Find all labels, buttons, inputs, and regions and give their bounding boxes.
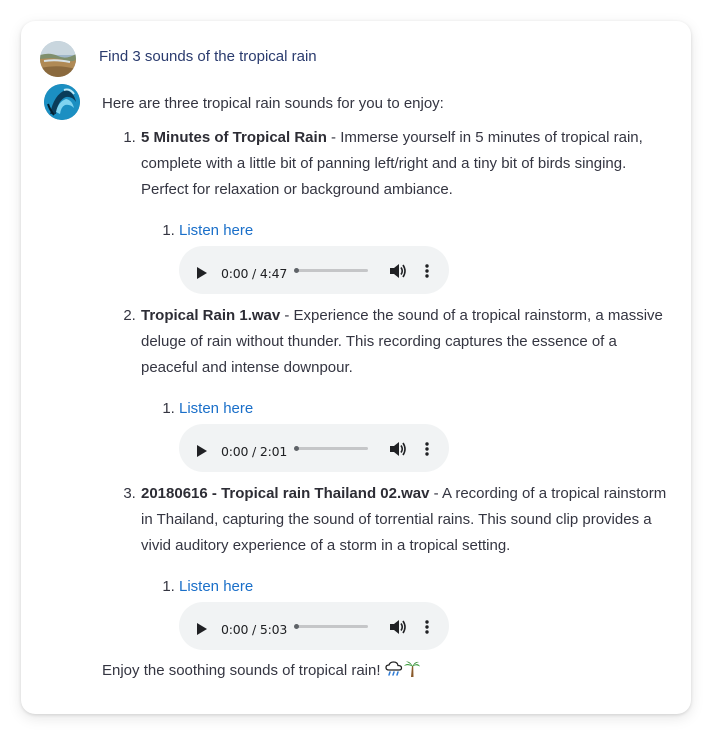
listen-link[interactable]: Listen here <box>179 222 253 239</box>
sub-list-item: Listen here 0:00 / 4:47 <box>179 218 677 294</box>
sound-description: 20180616 - Tropical rain Thailand 02.wav… <box>141 481 677 559</box>
play-icon[interactable] <box>196 263 208 289</box>
list-item: 20180616 - Tropical rain Thailand 02.wav… <box>140 481 677 650</box>
sub-list: Listen here 0:00 / 5:03 <box>141 574 677 650</box>
assistant-avatar <box>44 84 80 120</box>
seek-slider[interactable] <box>294 446 368 451</box>
list-item: 5 Minutes of Tropical Rain - Immerse you… <box>140 125 677 294</box>
outro-text: Enjoy the soothing sounds of tropical ra… <box>102 662 381 679</box>
audio-player: 0:00 / 5:03 <box>179 602 449 650</box>
audio-player: 0:00 / 4:47 <box>179 246 449 294</box>
user-message: Find 3 sounds of the tropical rain <box>99 48 317 65</box>
chat-card: Find 3 sounds of the tropical rain Here … <box>21 21 691 714</box>
volume-icon[interactable] <box>389 618 407 644</box>
sound-list: 5 Minutes of Tropical Rain - Immerse you… <box>102 125 677 650</box>
sub-list: Listen here 0:00 / 4:47 <box>141 218 677 294</box>
sound-title: Tropical Rain 1.wav <box>141 307 281 324</box>
seek-thumb[interactable] <box>294 624 299 629</box>
palm-tree-icon <box>403 660 421 687</box>
play-icon[interactable] <box>196 441 208 467</box>
sound-description: Tropical Rain 1.wav - Experience the sou… <box>141 303 677 381</box>
sub-list: Listen here 0:00 / 2:01 <box>141 396 677 472</box>
listen-link[interactable]: Listen here <box>179 578 253 595</box>
audio-time: 0:00 / 4:47 <box>221 266 288 281</box>
more-options-icon[interactable] <box>424 262 430 288</box>
volume-icon[interactable] <box>389 262 407 288</box>
assistant-outro: Enjoy the soothing sounds of tropical ra… <box>102 658 677 687</box>
audio-time: 0:00 / 5:03 <box>221 622 288 637</box>
more-options-icon[interactable] <box>424 618 430 644</box>
sound-title: 5 Minutes of Tropical Rain <box>141 129 327 146</box>
audio-time: 0:00 / 2:01 <box>221 444 288 459</box>
audio-player: 0:00 / 2:01 <box>179 424 449 472</box>
seek-thumb[interactable] <box>294 446 299 451</box>
seek-slider[interactable] <box>294 624 368 629</box>
cloud-rain-icon <box>385 660 403 687</box>
assistant-message: Here are three tropical rain sounds for … <box>102 91 677 687</box>
listen-link[interactable]: Listen here <box>179 400 253 417</box>
sub-list-item: Listen here 0:00 / 5:03 <box>179 574 677 650</box>
more-options-icon[interactable] <box>424 440 430 466</box>
seek-thumb[interactable] <box>294 268 299 273</box>
sub-list-item: Listen here 0:00 / 2:01 <box>179 396 677 472</box>
list-item: Tropical Rain 1.wav - Experience the sou… <box>140 303 677 472</box>
sound-title: 20180616 - Tropical rain Thailand 02.wav <box>141 485 430 502</box>
play-icon[interactable] <box>196 619 208 645</box>
seek-slider[interactable] <box>294 268 368 273</box>
volume-icon[interactable] <box>389 440 407 466</box>
assistant-intro: Here are three tropical rain sounds for … <box>102 95 444 112</box>
sound-description: 5 Minutes of Tropical Rain - Immerse you… <box>141 125 677 203</box>
user-avatar <box>40 41 76 77</box>
